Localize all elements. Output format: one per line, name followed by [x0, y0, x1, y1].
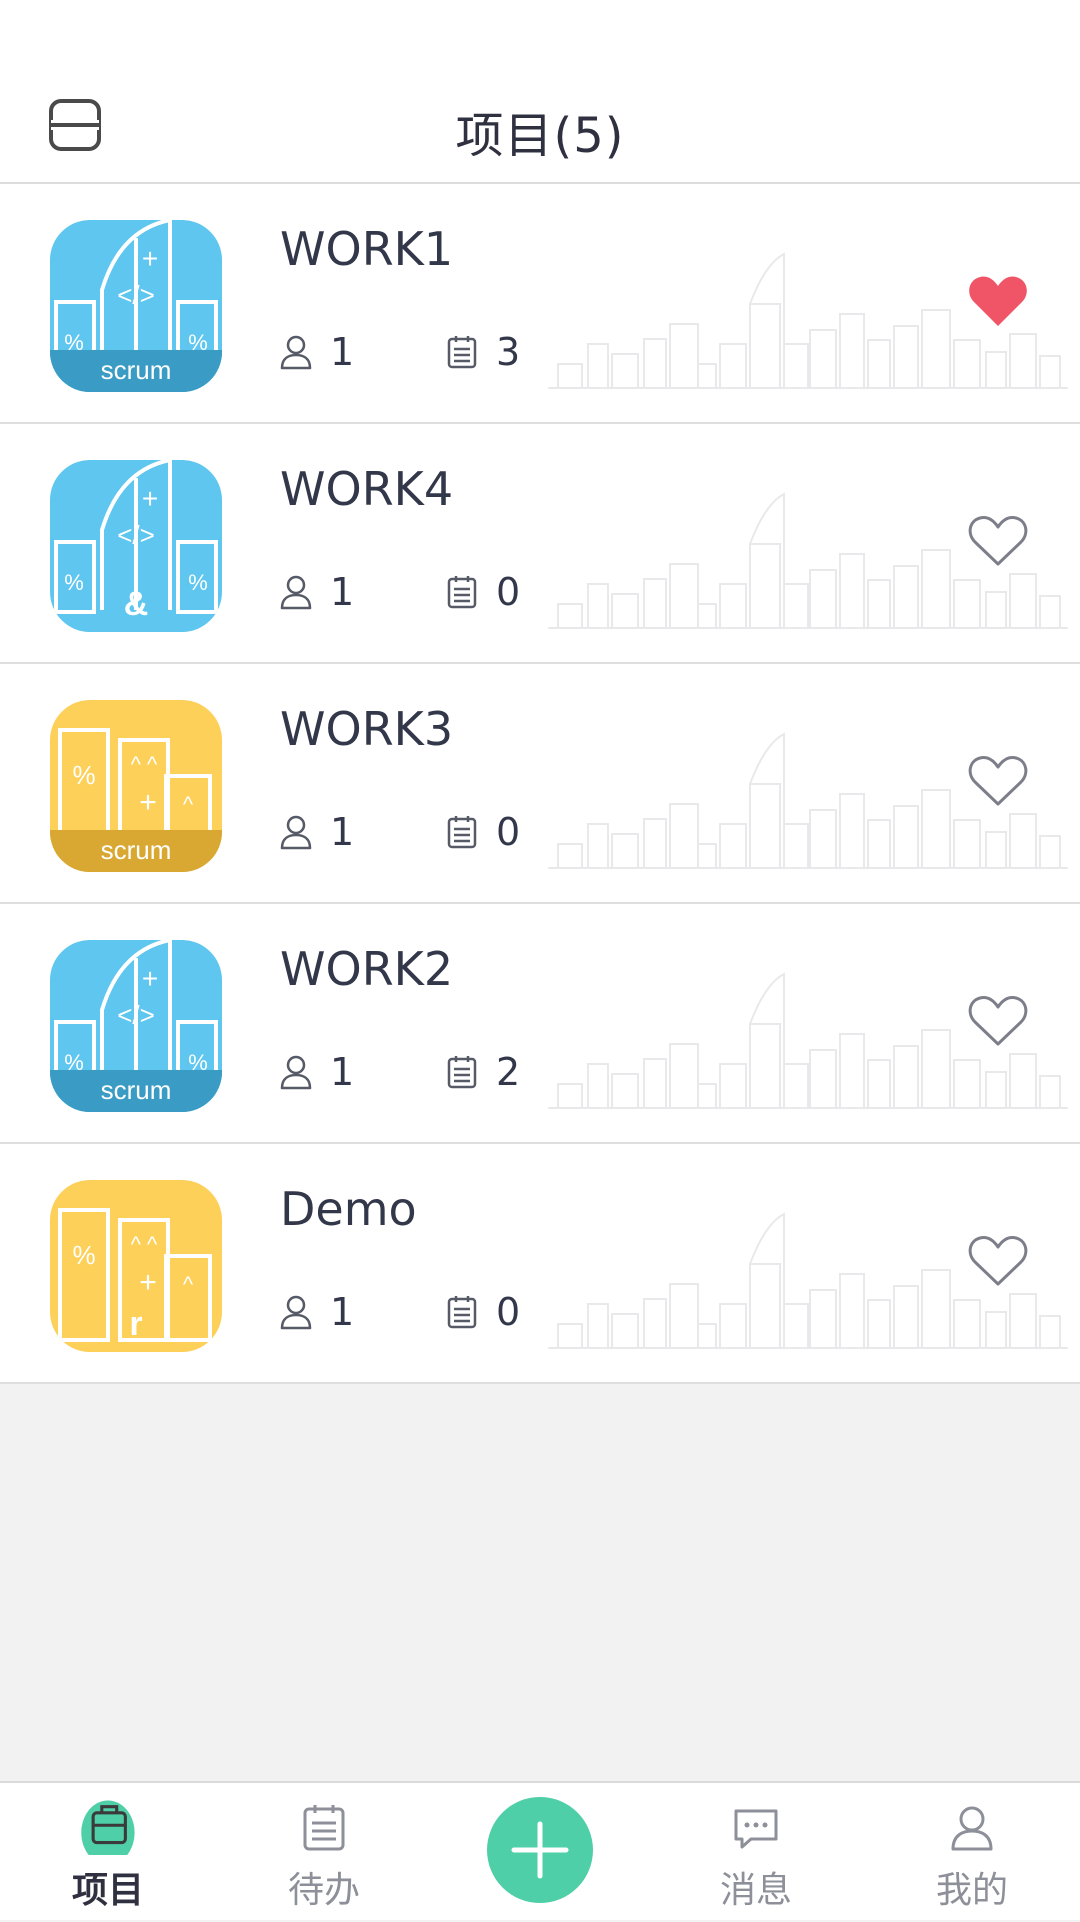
svg-text:+: + — [142, 243, 158, 274]
member-count: 1 — [278, 570, 354, 614]
member-count: 1 — [278, 1050, 354, 1094]
task-count: 3 — [444, 330, 520, 374]
project-icon: % ^ ^ + ^ scrum — [50, 700, 222, 872]
task-count: 0 — [444, 810, 520, 854]
project-name: WORK1 — [280, 222, 454, 276]
svg-text:%: % — [72, 1240, 95, 1270]
svg-text:%: % — [72, 760, 95, 790]
svg-text:</>: </> — [117, 280, 155, 310]
favorite-heart-icon[interactable] — [966, 512, 1030, 568]
chat-bubble-icon — [734, 1809, 778, 1849]
project-name: WORK2 — [280, 942, 454, 996]
page-title: 项目(5) — [455, 108, 625, 164]
icon-band-label: scrum — [50, 1070, 222, 1112]
member-count-value: 1 — [330, 330, 355, 374]
project-icon: % ^ ^ + ^ r — [50, 1180, 222, 1352]
icon-glyph-label: r — [129, 1305, 143, 1343]
project-list: + </>%% scrum WORK1 1 3 + </>%% & WORK4 1 0% ^ ^ + ^ sc… — [0, 184, 1080, 1384]
member-count-value: 1 — [330, 570, 355, 614]
task-count: 2 — [444, 1050, 520, 1094]
favorite-heart-icon[interactable] — [966, 272, 1030, 328]
project-row[interactable]: + </>%% scrum WORK2 1 2 — [0, 904, 1080, 1144]
icon-band-label: scrum — [50, 830, 222, 872]
project-row[interactable]: + </>%% & WORK4 1 0 — [0, 424, 1080, 664]
tab-label-todo: 待办 — [287, 1870, 360, 1911]
favorite-heart-icon[interactable] — [966, 992, 1030, 1048]
tab-me[interactable]: 我的 — [864, 1783, 1080, 1922]
task-count-value: 0 — [496, 570, 521, 614]
plus-icon — [511, 1821, 569, 1879]
tab-messages[interactable]: 消息 — [648, 1783, 864, 1922]
task-icon — [447, 336, 477, 369]
member-count: 1 — [278, 1290, 354, 1334]
add-project-button[interactable] — [487, 1797, 593, 1903]
task-count-value: 0 — [496, 810, 521, 854]
icon-band-label: scrum — [50, 350, 222, 392]
member-count-value: 1 — [330, 1290, 355, 1334]
member-count: 1 — [278, 330, 354, 374]
favorite-heart-icon[interactable] — [966, 1232, 1030, 1288]
icon-glyph-label: & — [123, 585, 149, 623]
task-icon — [447, 816, 477, 849]
project-row[interactable]: % ^ ^ + ^ scrum WORK3 1 0 — [0, 664, 1080, 904]
project-icon: + </>%% & — [50, 460, 222, 632]
user-icon — [951, 1806, 993, 1851]
task-icon — [447, 576, 477, 609]
project-icon: + </>%% scrum — [50, 220, 222, 392]
svg-text:+: + — [139, 1266, 157, 1299]
svg-text:^ ^: ^ ^ — [131, 1232, 158, 1257]
task-icon — [447, 1296, 477, 1329]
task-count: 0 — [444, 1290, 520, 1334]
clipboard-icon — [303, 1805, 345, 1851]
app-header: 项目(5) — [0, 0, 1080, 184]
svg-text:^: ^ — [183, 792, 194, 817]
task-icon — [447, 1056, 477, 1089]
member-icon — [280, 335, 312, 370]
member-count-value: 1 — [330, 810, 355, 854]
member-count: 1 — [278, 810, 354, 854]
tab-label-messages: 消息 — [719, 1870, 792, 1911]
member-count-value: 1 — [330, 1050, 355, 1094]
favorite-heart-icon[interactable] — [966, 752, 1030, 808]
project-name: Demo — [280, 1182, 417, 1236]
task-count: 0 — [444, 570, 520, 614]
svg-text:+: + — [142, 963, 158, 994]
task-count-value: 0 — [496, 1290, 521, 1334]
task-count-value: 2 — [496, 1050, 521, 1094]
member-icon — [280, 575, 312, 610]
project-name: WORK4 — [280, 462, 454, 516]
project-name: WORK3 — [280, 702, 454, 756]
tab-label-me: 我的 — [935, 1870, 1008, 1911]
svg-text:</>: </> — [117, 520, 155, 550]
task-count-value: 3 — [496, 330, 521, 374]
svg-text:</>: </> — [117, 1000, 155, 1030]
member-icon — [280, 1295, 312, 1330]
project-row[interactable]: + </>%% scrum WORK1 1 3 — [0, 184, 1080, 424]
project-icon: + </>%% scrum — [50, 940, 222, 1112]
svg-text:^ ^: ^ ^ — [131, 752, 158, 777]
tab-todo[interactable]: 待办 — [216, 1783, 432, 1922]
svg-text:+: + — [142, 483, 158, 514]
svg-text:^: ^ — [183, 1272, 194, 1297]
tab-label-projects: 项目 — [71, 1870, 144, 1911]
member-icon — [280, 1055, 312, 1090]
tab-projects[interactable]: 项目 — [0, 1783, 216, 1922]
project-row[interactable]: % ^ ^ + ^ r Demo 1 0 — [0, 1144, 1080, 1384]
briefcase-icon — [81, 1800, 135, 1855]
member-icon — [280, 815, 312, 850]
svg-text:+: + — [139, 786, 157, 819]
